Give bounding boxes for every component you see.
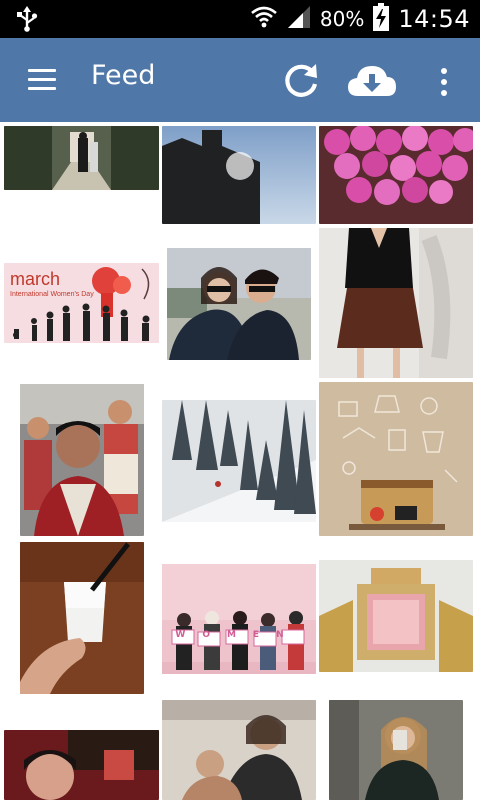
feed-tile[interactable] (319, 382, 473, 536)
feed-image-mirror-selfie (329, 700, 463, 800)
wifi-icon (250, 4, 278, 34)
feed-image-couple-selfie (167, 248, 311, 360)
feed-image-drink-glass (20, 542, 144, 694)
feed-tile[interactable] (162, 382, 316, 536)
feed-tile[interactable] (4, 126, 159, 224)
refresh-icon[interactable] (282, 60, 322, 100)
feed-tile[interactable] (4, 700, 159, 800)
feed-tile[interactable] (162, 228, 316, 378)
feed-tile[interactable] (4, 382, 159, 536)
status-bar: 80% 14:54 (0, 0, 480, 38)
page-title: Feed (91, 60, 156, 91)
feed-image-snow-forest (162, 400, 316, 522)
feed-image-suitcase-illustration (319, 382, 473, 536)
feed-tile[interactable] (319, 700, 473, 800)
more-vert-icon[interactable] (434, 62, 454, 102)
poster-title: march (10, 269, 61, 289)
feed-image-beach-friends (162, 700, 316, 800)
feed-image-pink-roses (319, 126, 473, 224)
feed-image-womens-day-poster: march International Women's Day (4, 263, 159, 343)
feed-tile[interactable] (319, 126, 473, 224)
usb-icon (14, 6, 40, 32)
clock-time: 14:54 (398, 5, 470, 33)
feed-image-women-banner: WOMEN (162, 564, 316, 674)
signal-icon (286, 4, 312, 34)
menu-icon[interactable] (22, 64, 62, 96)
banner-word: WOMEN (175, 630, 301, 640)
poster-subtitle: International Women's Day (10, 291, 94, 298)
feed-grid: march International Women's Day WOMEN (0, 122, 480, 800)
feed-tile[interactable] (319, 540, 473, 696)
feed-image-restaurant-selfie (4, 730, 159, 800)
cloud-download-icon[interactable] (346, 62, 398, 100)
battery-percent: 80% (319, 7, 365, 31)
battery-charging-icon (372, 3, 390, 35)
feed-image-hallway (4, 126, 159, 190)
feed-image-traditional-group (20, 384, 144, 536)
feed-image-sky-building (162, 126, 316, 224)
feed-tile[interactable] (162, 700, 316, 800)
feed-tile[interactable]: WOMEN (162, 540, 316, 696)
feed-tile[interactable] (319, 228, 473, 378)
feed-tile[interactable]: march International Women's Day (4, 228, 159, 378)
app-bar: Feed (0, 38, 480, 122)
feed-image-fashion-skirt (319, 228, 473, 378)
feed-tile[interactable] (4, 540, 159, 696)
feed-tile[interactable] (162, 126, 316, 224)
feed-image-highlighter-palette (319, 560, 473, 672)
